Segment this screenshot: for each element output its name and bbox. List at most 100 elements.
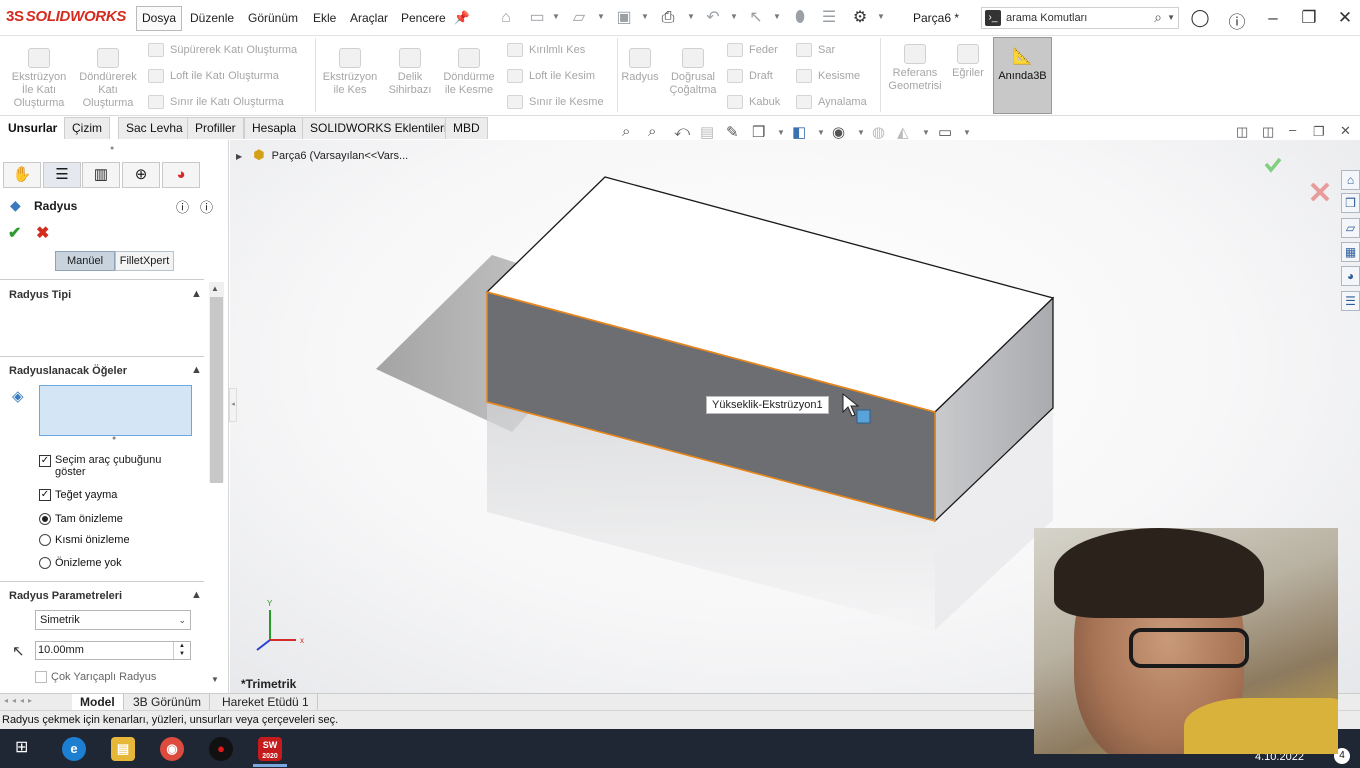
gear-icon[interactable]: ⚙: [851, 9, 869, 27]
design-library-icon[interactable]: ❒: [1341, 193, 1360, 213]
zoom-to-fit-icon[interactable]: ⌕: [622, 123, 630, 140]
whats-new-icon[interactable]: ⓘ: [176, 197, 189, 216]
splitter-handle[interactable]: ●: [110, 145, 114, 152]
chevron-down-icon[interactable]: ▼: [1167, 13, 1175, 22]
file-explorer-icon[interactable]: ▤: [111, 737, 135, 761]
new-document-icon[interactable]: ▭: [528, 9, 546, 27]
radio-unselected[interactable]: [39, 534, 51, 547]
chevron-down-icon[interactable]: ▼: [597, 12, 605, 21]
scroll-up-icon[interactable]: ▲: [211, 284, 219, 293]
search-input[interactable]: arama Komutları: [1006, 12, 1087, 24]
partial-preview-radio[interactable]: Kısmi önizleme: [39, 534, 130, 547]
edit-appearance-icon[interactable]: ◍: [872, 123, 885, 141]
multi-radius-checkbox[interactable]: Çok Yarıçaplı Radyus: [35, 671, 156, 684]
previous-view-icon[interactable]: ⤺: [674, 123, 690, 140]
hole-wizard-button[interactable]: Delik Sihirbazı: [383, 48, 437, 97]
dynamic-annotation-icon[interactable]: ✎: [726, 123, 739, 141]
tab-model[interactable]: Model: [72, 694, 124, 711]
dimxpert-tab-icon[interactable]: ⊕: [122, 162, 160, 188]
file-properties-icon[interactable]: ☰: [820, 9, 838, 27]
undo-icon[interactable]: ↶: [704, 9, 722, 27]
loft-boss-button[interactable]: Loft ile Katı Oluşturma: [148, 69, 279, 83]
appearances-icon[interactable]: ◕: [1341, 266, 1360, 286]
tab-motion-study[interactable]: Hareket Etüdü 1: [214, 694, 318, 711]
command-search[interactable]: ›_ arama Komutları ⌕ ▼: [981, 7, 1179, 29]
display-manager-tab-icon[interactable]: ◕: [162, 162, 200, 188]
solidworks-logo[interactable]: 3S SOLIDWORKS: [6, 8, 126, 25]
chevron-down-icon[interactable]: ▼: [773, 12, 781, 21]
instant3d-button[interactable]: 📐 Anında3B: [993, 37, 1052, 114]
tab-scroll-arrows[interactable]: ◂◂◂▸: [4, 696, 36, 705]
chevron-down-icon[interactable]: ▼: [687, 12, 695, 21]
collapse-left-icon[interactable]: ◫: [1236, 124, 1248, 140]
radio-selected[interactable]: [39, 513, 51, 526]
menu-dosya[interactable]: Dosya: [136, 6, 182, 31]
configuration-manager-tab-icon[interactable]: ▥: [82, 162, 120, 188]
chevron-up-icon[interactable]: ▲: [191, 364, 202, 376]
extrude-boss-button[interactable]: Ekstrüzyon İle Katı Oluşturma: [6, 48, 72, 110]
checkbox-unchecked[interactable]: [35, 671, 47, 684]
collapse-right-icon[interactable]: ◫: [1262, 124, 1274, 140]
chevron-down-icon[interactable]: ▼: [857, 128, 865, 137]
property-manager-tab-icon[interactable]: ☰: [43, 162, 81, 188]
shell-button[interactable]: Kabuk: [727, 95, 780, 109]
edge-browser-icon[interactable]: e: [62, 737, 86, 761]
curves-button[interactable]: Eğriler: [948, 44, 988, 80]
boundary-cut-button[interactable]: Sınır ile Kesme: [507, 95, 604, 109]
windows-start-icon[interactable]: ⊞: [15, 739, 33, 757]
help-icon[interactable]: ⓘ: [1227, 8, 1247, 33]
file-explorer-icon[interactable]: ▱: [1341, 218, 1360, 238]
tab-mbd[interactable]: MBD: [445, 117, 488, 139]
recorder-icon[interactable]: ●: [209, 737, 233, 761]
lofted-cut-button[interactable]: Loft ile Kesim: [507, 69, 595, 83]
chevron-down-icon[interactable]: ▼: [877, 12, 885, 21]
resize-handle[interactable]: ●: [112, 435, 116, 442]
solidworks-resources-icon[interactable]: ⌂: [1341, 170, 1360, 190]
swept-cut-button[interactable]: Kırılmlı Kes: [507, 43, 585, 57]
mirror-button[interactable]: Aynalama: [796, 95, 867, 109]
tab-hesapla[interactable]: Hesapla: [244, 117, 305, 139]
boundary-boss-button[interactable]: Sınır ile Katı Oluşturma: [148, 95, 284, 109]
tab-solidworks-eklentileri[interactable]: SOLIDWORKS Eklentileri: [302, 117, 455, 139]
chevron-up-icon[interactable]: ▲: [191, 589, 202, 601]
chevron-down-icon[interactable]: ▼: [552, 12, 560, 21]
cancel-x-icon[interactable]: ✖: [36, 223, 49, 243]
tab-sac-levha[interactable]: Sac Levha: [118, 117, 191, 139]
radio-unselected[interactable]: [39, 557, 51, 570]
menu-pencere[interactable]: Pencere: [401, 11, 446, 25]
pin-icon[interactable]: 📌: [453, 9, 471, 27]
chevron-down-icon[interactable]: ▼: [777, 128, 785, 137]
chevron-up-icon[interactable]: ▲: [191, 288, 202, 300]
extrude-cut-button[interactable]: Ekstrüzyon ile Kes: [318, 48, 382, 97]
viewport-close-button[interactable]: ✕: [1340, 123, 1351, 139]
restore-button[interactable]: ❐: [1299, 8, 1319, 28]
checkbox-checked[interactable]: ✓: [39, 455, 51, 468]
display-style-icon[interactable]: ◧: [792, 123, 806, 141]
feature-manager-tab-icon[interactable]: ✋: [3, 162, 41, 188]
solidworks-taskbar-icon[interactable]: SW 2020: [258, 737, 282, 761]
open-folder-icon[interactable]: ▱: [570, 9, 588, 27]
items-to-fillet-selection-box[interactable]: [39, 385, 192, 436]
full-preview-radio[interactable]: Tam önizleme: [39, 513, 123, 526]
fillet-button[interactable]: Radyus: [619, 48, 661, 84]
show-selection-toolbar-checkbox[interactable]: ✓: [39, 455, 51, 468]
manual-mode-tab[interactable]: Manüel: [55, 251, 115, 271]
scroll-down-icon[interactable]: ▼: [211, 675, 219, 684]
home-icon[interactable]: ⌂: [497, 9, 515, 27]
cancel-x-icon[interactable]: [1310, 182, 1330, 202]
checkbox-checked[interactable]: ✓: [39, 489, 51, 502]
chevron-down-icon[interactable]: ▼: [963, 128, 971, 137]
menu-gorunum[interactable]: Görünüm: [248, 11, 298, 25]
revolve-cut-button[interactable]: Döndürme ile Kesme: [438, 48, 500, 97]
wrap-button[interactable]: Sar: [796, 43, 835, 57]
view-settings-icon[interactable]: ▭: [938, 123, 952, 141]
menu-ekle[interactable]: Ekle: [313, 11, 336, 25]
filletxpert-mode-tab[interactable]: FilletXpert: [115, 251, 174, 271]
tab-3d-view[interactable]: 3B Görünüm: [125, 694, 211, 711]
view-orientation-icon[interactable]: ❒: [752, 123, 765, 141]
tangent-propagation-checkbox[interactable]: ✓ Teğet yayma: [39, 489, 117, 502]
no-preview-radio[interactable]: Önizleme yok: [39, 557, 122, 570]
chevron-down-icon[interactable]: ▼: [922, 128, 930, 137]
section-view-icon[interactable]: ▤: [700, 123, 714, 141]
traffic-light-icon[interactable]: ⬮: [791, 9, 809, 27]
